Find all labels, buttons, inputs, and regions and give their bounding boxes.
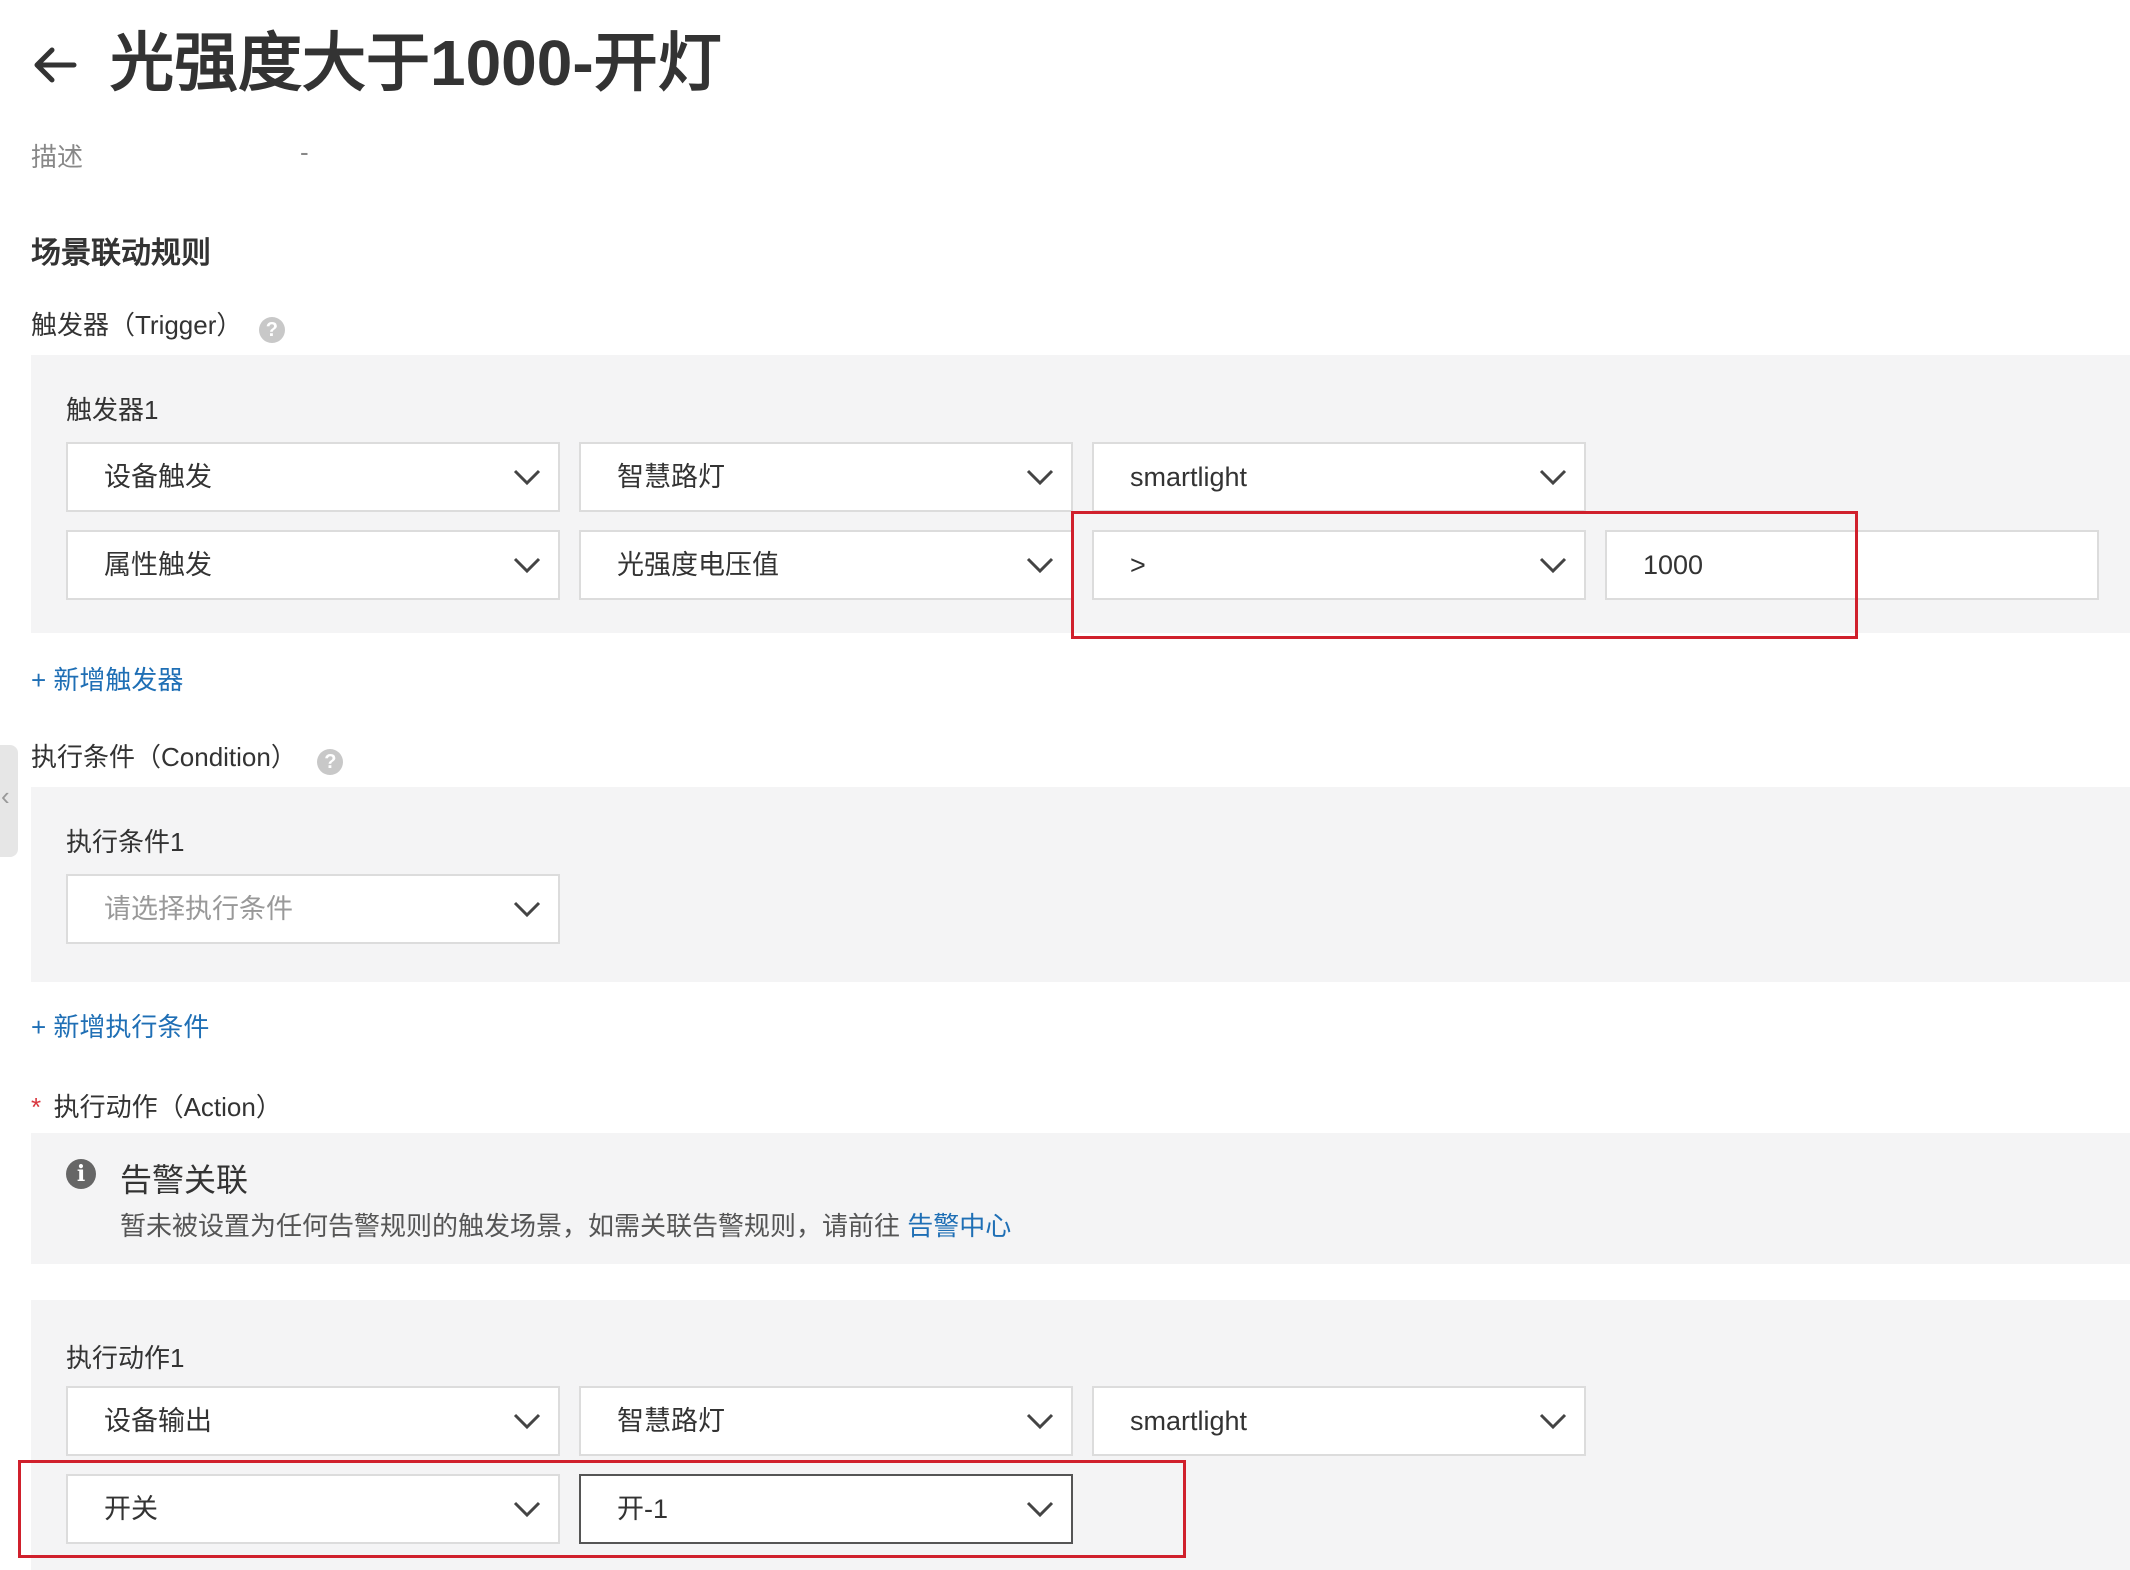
chevron-down-icon [1026,1413,1054,1430]
trigger-panel-title: 触发器1 [66,395,159,425]
chevron-down-icon [1539,469,1567,486]
trigger-type-select[interactable]: 设备触发 [66,442,560,512]
section-title: 场景联动规则 [31,237,211,270]
help-icon[interactable]: ? [258,316,285,343]
trigger-property-select[interactable]: 光强度电压值 [579,530,1073,600]
chevron-down-icon [513,469,541,486]
alarm-notice: i 告警关联 暂未被设置为任何告警规则的触发场景，如需关联告警规则，请前往 告警… [31,1133,2130,1264]
notice-title: 告警关联 [120,1162,249,1198]
back-button[interactable] [30,40,80,90]
select-value: smartlight [1130,462,1248,492]
select-placeholder: 请选择执行条件 [104,894,293,924]
select-value: 设备输出 [104,1406,212,1436]
help-icon[interactable]: ? [317,748,344,775]
condition-select[interactable]: 请选择执行条件 [66,874,560,944]
select-value: 设备触发 [104,462,212,492]
arrow-left-icon [34,47,77,83]
chevron-down-icon [1539,1413,1567,1430]
action-device-select[interactable]: smartlight [1092,1386,1586,1456]
highlight-box [18,1460,1186,1558]
page-title: 光强度大于1000-开灯 [110,27,722,99]
alarm-center-link[interactable]: 告警中心 [907,1211,1011,1241]
trigger-label: 触发器（Trigger） [31,310,243,340]
chevron-down-icon [1026,469,1054,486]
description-value: - [300,137,309,167]
select-value: 智慧路灯 [617,1406,725,1436]
sidebar-collapse-handle[interactable]: ‹ [0,745,18,857]
description-label: 描述 [31,142,84,172]
chevron-down-icon [1026,557,1054,574]
add-condition-link[interactable]: + 新增执行条件 [31,1007,209,1044]
info-icon: i [66,1159,96,1189]
action-header: * 执行动作（Action） [31,1087,282,1124]
chevron-down-icon [513,557,541,574]
condition-panel-title: 执行条件1 [66,827,185,857]
select-value: smartlight [1130,1406,1248,1436]
chevron-left-icon: ‹ [1,781,10,811]
chevron-down-icon [513,901,541,918]
trigger-product-select[interactable]: 智慧路灯 [579,442,1073,512]
add-trigger-link[interactable]: + 新增触发器 [31,660,183,697]
trigger-kind-select[interactable]: 属性触发 [66,530,560,600]
trigger-device-select[interactable]: smartlight [1092,442,1586,512]
condition-header: 执行条件（Condition） ? [31,737,344,775]
highlight-box [1071,511,1858,639]
chevron-down-icon [513,1413,541,1430]
notice-text: 暂未被设置为任何告警规则的触发场景，如需关联告警规则，请前往 告警中心 [120,1206,1011,1243]
select-value: 智慧路灯 [617,462,725,492]
action-label: 执行动作（Action） [53,1092,282,1122]
select-value: 属性触发 [104,550,212,580]
required-mark: * [31,1092,42,1122]
condition-label: 执行条件（Condition） [31,742,297,772]
notice-message: 暂未被设置为任何告警规则的触发场景，如需关联告警规则，请前往 [120,1211,901,1241]
select-value: 光强度电压值 [617,550,779,580]
action-panel-title: 执行动作1 [66,1343,185,1373]
action-product-select[interactable]: 智慧路灯 [579,1386,1073,1456]
action-type-select[interactable]: 设备输出 [66,1386,560,1456]
trigger-header: 触发器（Trigger） ? [31,305,285,343]
